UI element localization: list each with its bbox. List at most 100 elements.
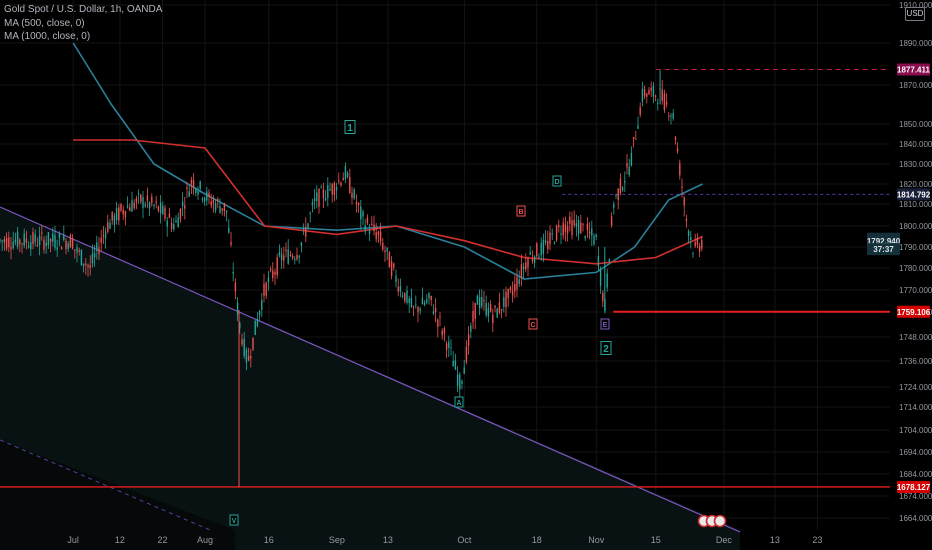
candle-body bbox=[683, 197, 685, 206]
candle-body bbox=[283, 255, 285, 261]
candle-body bbox=[197, 191, 199, 195]
candle-body bbox=[225, 210, 228, 213]
y-tick-label: 1704.000 bbox=[899, 426, 932, 435]
x-tick-label: 23 bbox=[812, 535, 822, 545]
candle-body bbox=[595, 234, 597, 237]
candle-body bbox=[280, 253, 283, 261]
candle-body bbox=[199, 181, 201, 189]
candle-body bbox=[140, 194, 142, 202]
price-chart[interactable]: 12ABCDEV Jul 12 22 Aug 16 Sep 13 Oct 18 Nov 15 Dec 1… bbox=[0, 0, 932, 550]
candle-body bbox=[591, 228, 593, 236]
candle-body bbox=[360, 206, 362, 220]
candle-body bbox=[701, 240, 703, 249]
candle-body bbox=[681, 186, 683, 188]
candle-body bbox=[529, 252, 531, 255]
symbol-title[interactable]: Gold Spot / U.S. Dollar, 1h, OANDA bbox=[4, 4, 162, 15]
candle-body bbox=[406, 290, 408, 303]
candle-body bbox=[159, 202, 162, 214]
candle-body bbox=[54, 235, 56, 248]
candle-body bbox=[331, 184, 333, 195]
x-tick-label: 12 bbox=[115, 535, 125, 545]
candle-body bbox=[588, 232, 591, 234]
candle-body bbox=[654, 95, 657, 97]
candle-body bbox=[107, 222, 109, 232]
candle-body bbox=[5, 237, 8, 249]
candle-body bbox=[696, 238, 699, 245]
candle-body bbox=[626, 162, 628, 168]
price-tag-label: 1759.106 bbox=[897, 308, 931, 317]
candle-body bbox=[201, 198, 204, 200]
candle-body bbox=[569, 216, 571, 224]
price-tag-label: 37:37 bbox=[873, 245, 894, 254]
candle-body bbox=[142, 196, 144, 208]
candle-body bbox=[65, 240, 67, 250]
candle-body bbox=[258, 310, 261, 316]
y-tick-label: 1790.000 bbox=[899, 243, 932, 252]
candle-body bbox=[60, 246, 63, 250]
candle-body bbox=[624, 180, 626, 183]
x-tick-label: Jul bbox=[67, 535, 79, 545]
candle-body bbox=[291, 256, 294, 259]
candle-body bbox=[606, 273, 608, 288]
y-tick-label: 1684.000 bbox=[899, 470, 932, 479]
candle-body bbox=[272, 270, 274, 279]
candle-body bbox=[338, 180, 340, 182]
candle-body bbox=[195, 188, 197, 193]
candle-body bbox=[377, 231, 380, 235]
y-tick-label: 1840.000 bbox=[899, 140, 932, 149]
x-tick-label: Dec bbox=[716, 535, 733, 545]
candle-body bbox=[214, 203, 217, 211]
candle-body bbox=[170, 222, 173, 229]
candle-body bbox=[390, 261, 393, 277]
candle-body bbox=[679, 163, 681, 176]
candle-body bbox=[575, 223, 578, 227]
candle-body bbox=[674, 137, 677, 140]
candle-body bbox=[443, 327, 446, 334]
candle-body bbox=[428, 292, 430, 299]
candle-body bbox=[507, 288, 509, 299]
candle-body bbox=[544, 240, 547, 243]
wave-label: 2 bbox=[603, 344, 609, 355]
candle-body bbox=[384, 250, 386, 253]
candle-body bbox=[459, 374, 461, 390]
candle-body bbox=[14, 239, 17, 243]
candle-body bbox=[38, 235, 41, 246]
candle-body bbox=[487, 307, 490, 317]
candle-body bbox=[577, 219, 580, 234]
candle-body bbox=[27, 245, 30, 248]
ma500-legend[interactable]: MA (500, close, 0) bbox=[4, 18, 85, 29]
ma1000-legend[interactable]: MA (1000, close, 0) bbox=[4, 31, 90, 42]
candle-body bbox=[313, 198, 316, 202]
currency-badge[interactable]: USD bbox=[905, 7, 925, 21]
candle-body bbox=[162, 205, 164, 215]
candle-body bbox=[250, 356, 252, 359]
candle-body bbox=[252, 337, 254, 350]
candle-body bbox=[670, 115, 672, 117]
candle-body bbox=[12, 241, 14, 248]
candle-body bbox=[192, 179, 195, 189]
candle-body bbox=[342, 178, 344, 181]
candle-body bbox=[373, 224, 375, 232]
candle-body bbox=[175, 220, 177, 223]
candle-body bbox=[613, 204, 615, 208]
candle-body bbox=[118, 207, 120, 221]
candle-body bbox=[450, 347, 452, 349]
candle-body bbox=[265, 282, 267, 296]
candle-body bbox=[206, 191, 208, 201]
candle-body bbox=[456, 374, 459, 386]
candle-body bbox=[63, 234, 65, 240]
candle-body bbox=[349, 177, 351, 194]
candle-body bbox=[135, 198, 138, 203]
candle-body bbox=[324, 198, 327, 201]
candle-body bbox=[514, 283, 516, 292]
candle-body bbox=[461, 380, 463, 384]
candle-body bbox=[599, 269, 602, 286]
candle-body bbox=[274, 271, 276, 275]
candle-body bbox=[511, 291, 514, 296]
candle-body bbox=[93, 253, 96, 258]
candle-body bbox=[518, 279, 520, 285]
candle-body bbox=[542, 239, 545, 254]
candle-body bbox=[593, 235, 595, 245]
candle-body bbox=[322, 189, 325, 199]
candle-body bbox=[533, 256, 536, 263]
